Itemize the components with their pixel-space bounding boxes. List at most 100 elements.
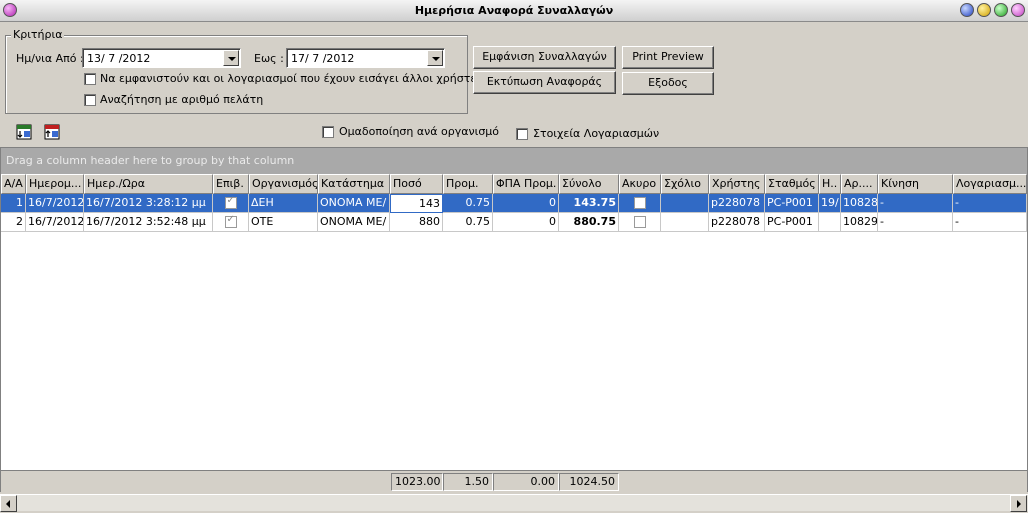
column-header-station[interactable]: Σταθμός (765, 174, 819, 194)
verified-checkbox[interactable] (224, 214, 237, 228)
date-from-combo[interactable]: 13/ 7 /2012 (82, 48, 241, 68)
total-sum: 1024.50 (559, 473, 619, 491)
date-to-dropdown-icon[interactable] (427, 50, 443, 66)
cell-datetime[interactable]: 16/7/2012 3:28:12 μμ (84, 194, 213, 213)
cell-verified (213, 213, 249, 232)
horizontal-scrollbar[interactable] (0, 494, 1028, 512)
cell-comment[interactable] (661, 213, 709, 232)
cell-date[interactable]: 16/7/2012 (26, 194, 84, 213)
cell-cancelled (619, 194, 661, 213)
total-commission: 1.50 (443, 473, 493, 491)
title-bar: Ημερήσια Αναφορά Συναλλαγών (0, 0, 1028, 22)
verified-checkbox[interactable] (224, 195, 237, 209)
group-by-org-label: Ομαδοποίηση ανά οργανισμό (339, 125, 500, 138)
cell-movement[interactable]: - (878, 194, 953, 213)
cell-account[interactable]: - (953, 213, 1027, 232)
group-by-org-checkbox[interactable] (322, 126, 334, 138)
cell-store[interactable]: ΟΝΟΜΑ ΜΕ/ (318, 213, 390, 232)
print-report-button[interactable]: Εκτύπωση Αναφοράς (473, 71, 616, 94)
cell-datetime[interactable]: 16/7/2012 3:52:48 μμ (84, 213, 213, 232)
cell-amount[interactable]: 143 (390, 194, 443, 213)
total-amount: 1023.00 (391, 473, 443, 491)
minimize-button[interactable] (960, 3, 974, 17)
cancelled-checkbox[interactable] (633, 197, 646, 209)
cell-organization[interactable]: OTE (249, 213, 318, 232)
cell-h[interactable]: 19/ (819, 194, 841, 213)
grid-header-row: Α/Α Ημερομ... Ημερ./Ωρα Επιβ. Οργανισμός Κατά… (1, 174, 1027, 194)
date-to-label: Εως : (254, 52, 284, 65)
column-header-organization[interactable]: Οργανισμός (249, 174, 318, 194)
cell-amount[interactable]: 880 (390, 213, 443, 232)
window-title: Ημερήσια Αναφορά Συναλλαγών (414, 4, 614, 17)
column-header-date[interactable]: Ημερομ... (26, 174, 84, 194)
cell-account[interactable]: - (953, 194, 1027, 213)
scroll-right-icon[interactable] (1010, 495, 1027, 512)
column-header-account_no[interactable]: Αρ.... (841, 174, 878, 194)
scroll-left-icon[interactable] (0, 495, 17, 512)
close-button[interactable] (1011, 3, 1025, 17)
date-from-label: Ημ/νια Από : (16, 52, 84, 65)
cell-index[interactable]: 2 (1, 213, 26, 232)
date-from-dropdown-icon[interactable] (223, 50, 239, 66)
column-header-user[interactable]: Χρήστης (709, 174, 765, 194)
import-icon[interactable] (44, 124, 60, 140)
cell-station[interactable]: PC-P001 (765, 213, 819, 232)
cell-total[interactable]: 143.75 (559, 194, 619, 213)
cell-index[interactable]: 1 (1, 194, 26, 213)
show-other-users-label: Να εμφανιστούν και οι λογαριασμοί που έχ… (100, 72, 483, 85)
restore-button[interactable] (994, 3, 1008, 17)
column-header-movement[interactable]: Κίνηση (878, 174, 953, 194)
cell-date[interactable]: 16/7/2012 (26, 213, 84, 232)
column-header-comment[interactable]: Σχόλιο (661, 174, 709, 194)
total-vat: 0.00 (493, 473, 559, 491)
table-row[interactable]: 116/7/201216/7/2012 3:28:12 μμ ΔΕΗΟΝΟΜΑ Μ… (1, 194, 1027, 213)
cell-movement[interactable]: - (878, 213, 953, 232)
show-transactions-button[interactable]: Εμφάνιση Συναλλαγών (473, 46, 616, 69)
cell-h[interactable] (819, 213, 841, 232)
column-header-account[interactable]: Λογαριασμ... (953, 174, 1027, 194)
cell-vat[interactable]: 0 (493, 194, 559, 213)
column-header-datetime[interactable]: Ημερ./Ωρα (84, 174, 213, 194)
column-header-total[interactable]: Σύνολο (559, 174, 619, 194)
column-header-cancelled[interactable]: Ακυρο (619, 174, 661, 194)
cell-vat[interactable]: 0 (493, 213, 559, 232)
column-header-store[interactable]: Κατάστημα (318, 174, 390, 194)
account-details-checkbox[interactable] (516, 128, 528, 140)
column-header-verified[interactable]: Επιβ. (213, 174, 249, 194)
column-header-commission[interactable]: Προμ. (443, 174, 493, 194)
column-header-amount[interactable]: Ποσό (390, 174, 443, 194)
export-icon[interactable] (16, 124, 32, 140)
group-by-panel[interactable]: Drag a column header here to group by th… (1, 148, 1027, 174)
cell-cancelled (619, 213, 661, 232)
show-other-users-checkbox[interactable] (84, 73, 96, 85)
table-row[interactable]: 216/7/201216/7/2012 3:52:48 μμ OTEΟΝΟΜΑ Μ… (1, 213, 1027, 232)
cell-organization[interactable]: ΔΕΗ (249, 194, 318, 213)
cell-account_no[interactable]: 10829 (841, 213, 878, 232)
cell-store[interactable]: ΟΝΟΜΑ ΜΕ/ (318, 194, 390, 213)
grid-footer-row: 1023.00 1.50 0.00 1024.50 (1, 470, 1027, 492)
search-by-customer-checkbox[interactable] (84, 94, 96, 106)
criteria-legend: Κριτήρια (11, 28, 65, 41)
cell-commission[interactable]: 0.75 (443, 213, 493, 232)
date-to-combo[interactable]: 17/ 7 /2012 (286, 48, 445, 68)
column-header-index[interactable]: Α/Α (1, 174, 26, 194)
cell-user[interactable]: p228078 (709, 194, 765, 213)
cancelled-checkbox[interactable] (633, 216, 646, 228)
cell-comment[interactable] (661, 194, 709, 213)
exit-button[interactable]: Εξοδος (622, 72, 714, 95)
date-to-value: 17/ 7 /2012 (291, 52, 355, 65)
search-by-customer-label: Αναζήτηση με αριθμό πελάτη (100, 93, 264, 106)
cell-station[interactable]: PC-P001 (765, 194, 819, 213)
column-header-h[interactable]: Η.. (819, 174, 841, 194)
maximize-button[interactable] (977, 3, 991, 17)
cell-total[interactable]: 880.75 (559, 213, 619, 232)
account-details-label: Στοιχεία Λογαριασμών (533, 127, 660, 140)
column-header-vat[interactable]: ΦΠΑ Προμ. (493, 174, 559, 194)
print-preview-button[interactable]: Print Preview (622, 46, 714, 69)
cell-verified (213, 194, 249, 213)
date-from-value: 13/ 7 /2012 (87, 52, 151, 65)
cell-commission[interactable]: 0.75 (443, 194, 493, 213)
transactions-grid: Drag a column header here to group by th… (0, 147, 1028, 492)
cell-account_no[interactable]: 10828 (841, 194, 878, 213)
cell-user[interactable]: p228078 (709, 213, 765, 232)
